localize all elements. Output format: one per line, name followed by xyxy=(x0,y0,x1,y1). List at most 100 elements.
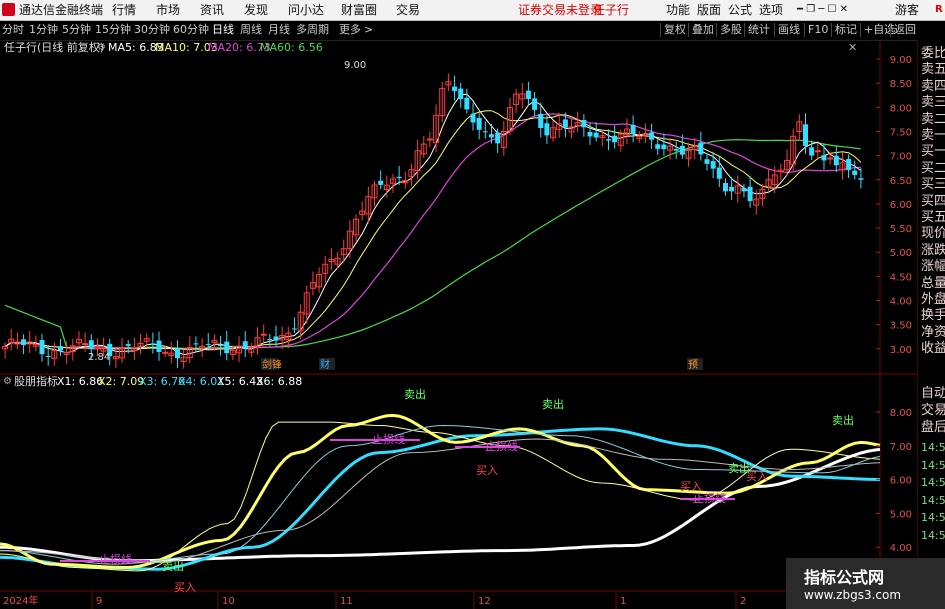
sidebar-item: 委比 xyxy=(921,46,945,61)
tab-more[interactable]: 更多 xyxy=(339,23,361,37)
tool-tongji[interactable]: 统计 xyxy=(744,23,770,37)
sidebar-item[interactable]: 盘后 xyxy=(921,420,945,436)
tool-duogu[interactable]: 多股 xyxy=(716,23,742,37)
event-marker: 剑锋 xyxy=(262,358,282,371)
app-logo-icon xyxy=(2,3,15,16)
candle-body xyxy=(495,132,501,144)
menu-hangqing[interactable]: 行情 xyxy=(112,2,136,18)
tab-5min[interactable]: 5分钟 xyxy=(62,23,91,37)
sidebar-item[interactable]: 自动 xyxy=(921,386,945,402)
candle-body xyxy=(224,341,230,354)
buy-signal-label: 买入 xyxy=(174,581,196,594)
login-status[interactable]: 证券交易未登录 xyxy=(518,2,602,18)
tab-60min[interactable]: 60分钟 xyxy=(173,23,209,37)
menu-shichang[interactable]: 市场 xyxy=(156,2,180,18)
menu-wenxiaoda[interactable]: 问小达 xyxy=(288,2,324,18)
price-axis-label: 3.50 xyxy=(890,321,912,332)
x2-value: X2: 7.09 xyxy=(98,375,145,388)
candle-body xyxy=(649,132,655,140)
window-controls-icon[interactable]: ━ ❐ ─ ☐ ✕ xyxy=(797,2,848,18)
candle-body xyxy=(45,355,51,357)
sidebar-time: 14:56 xyxy=(921,476,945,489)
x1-value: X1: 6.86 xyxy=(57,375,104,388)
settings-icon[interactable]: ⚙ xyxy=(97,42,106,54)
price-axis-label: 6.00 xyxy=(890,200,912,211)
candle-body xyxy=(156,340,162,352)
candle-body xyxy=(525,90,531,99)
candle-body xyxy=(378,180,384,185)
tool-huaxian[interactable]: 画线 xyxy=(774,23,800,37)
sell-signal-label: 卖出 xyxy=(162,559,184,573)
menu-gongshi[interactable]: 公式 xyxy=(728,2,752,18)
tool-diejia[interactable]: 叠加 xyxy=(688,23,714,37)
menu-faxian[interactable]: 发现 xyxy=(244,2,268,18)
tab-monthly[interactable]: 月线 xyxy=(268,23,290,37)
candle-body xyxy=(488,134,494,138)
candle-body xyxy=(661,144,667,150)
tab-multi-period[interactable]: 多周期 xyxy=(296,23,329,37)
indicator-info: ⚙ 股朋指标 X1: 6.86 X2: 7.09 X3: 6.70 X4: 6.… xyxy=(0,374,880,390)
candle-body xyxy=(82,343,89,346)
quote-sidebar: 委比 卖五 卖四 卖三 卖二 卖一 买一 买二 买三 买四 买五 现价 涨跌 涨幅 总量 外盘 换手 净资 收益 自动… xyxy=(917,40,945,609)
tool-back[interactable]: 返回 xyxy=(890,23,916,37)
tab-30min[interactable]: 30分钟 xyxy=(134,23,170,37)
menu-gongneng[interactable]: 功能 xyxy=(666,2,690,18)
x1-line xyxy=(0,421,881,572)
candle-body xyxy=(482,131,488,133)
tool-fuquan[interactable]: 复权 xyxy=(660,23,686,37)
candle-body xyxy=(174,348,180,359)
ma10-path xyxy=(4,110,862,351)
price-axis-label: 3.00 xyxy=(890,345,912,356)
candle-body xyxy=(612,135,618,143)
menu-zixun[interactable]: 资讯 xyxy=(200,2,224,18)
indicator-axis-label: 4.00 xyxy=(890,543,912,554)
tab-daily[interactable]: 日线 xyxy=(212,23,234,37)
sidebar-item: 外盘 xyxy=(921,292,945,307)
candle-body xyxy=(538,113,544,128)
price-axis-label: 5.00 xyxy=(890,248,912,259)
price-axis-label: 4.50 xyxy=(890,272,912,283)
menu-caifuquan[interactable]: 财富圈 xyxy=(341,2,377,18)
candle-body xyxy=(162,351,169,354)
tab-fenshi[interactable]: 分时 xyxy=(2,23,24,37)
menu-jiaoyi[interactable]: 交易 xyxy=(396,2,420,18)
month-label: 11 xyxy=(340,596,353,607)
candle-body xyxy=(464,97,470,110)
candle-body xyxy=(426,138,433,141)
sidebar-item: 买四 xyxy=(921,193,945,209)
menu-banmian[interactable]: 版面 xyxy=(697,2,721,18)
candle-body xyxy=(803,124,809,146)
guest-label[interactable]: 游客 xyxy=(895,2,919,18)
candle-body xyxy=(21,339,27,345)
menu-xuanxiang[interactable]: 选项 xyxy=(759,2,783,18)
tool-biaoji[interactable]: 标记 xyxy=(831,23,857,37)
x6-line xyxy=(0,438,881,563)
stock-title: 任子行(日线 前复权) xyxy=(4,41,105,54)
chevron-right-icon[interactable]: > xyxy=(364,23,373,37)
candle-body xyxy=(698,142,704,155)
sidebar-item: 总量 xyxy=(921,275,945,291)
settings-icon[interactable]: ⚙ xyxy=(3,376,12,388)
candle-body xyxy=(704,159,710,164)
candle-body xyxy=(809,147,815,156)
candle-body xyxy=(581,120,587,128)
high-price-label: 9.00 xyxy=(344,60,366,71)
sidebar-item[interactable]: 交易 xyxy=(921,403,945,419)
ma60-value: MA60: 6.56 xyxy=(260,41,323,54)
candle-body xyxy=(39,339,45,355)
tool-f10[interactable]: F10 xyxy=(804,23,828,37)
sidebar-item: 卖二 xyxy=(921,111,945,127)
chart-canvas[interactable]: 9.00 8.50 8.00 7.50 7.00 6.50 6.00 5.50 5.00 4.50… xyxy=(0,40,917,609)
tab-weekly[interactable]: 周线 xyxy=(240,23,262,37)
sidebar-item: 净资 xyxy=(921,324,945,340)
price-axis-label: 9.00 xyxy=(890,55,912,66)
candle-body xyxy=(747,186,753,202)
tab-15min[interactable]: 15分钟 xyxy=(95,23,131,37)
candle-body xyxy=(642,133,649,136)
tab-1min[interactable]: 1分钟 xyxy=(29,23,58,37)
year-label: 2024年 xyxy=(3,594,38,607)
low-price-label: 2.84 xyxy=(88,352,110,363)
close-panel-icon[interactable]: ✕ xyxy=(848,42,857,54)
stop-line-label: 止损线 xyxy=(99,552,132,566)
month-label: 1 xyxy=(620,596,626,607)
